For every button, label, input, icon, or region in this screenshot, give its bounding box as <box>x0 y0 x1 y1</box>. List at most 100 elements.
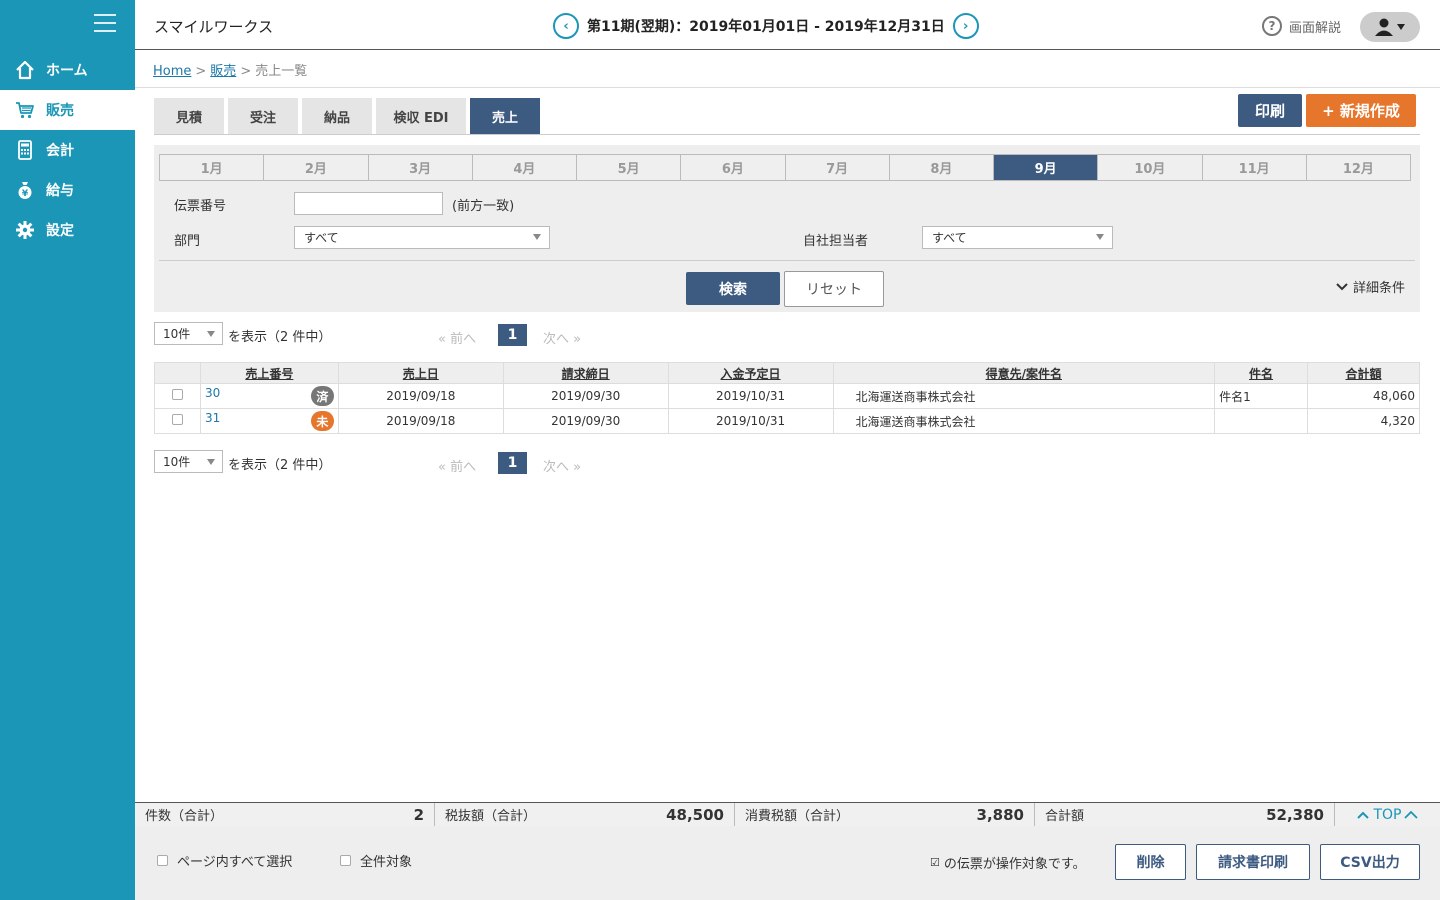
month-tab-3[interactable]: 3月 <box>368 155 473 180</box>
divider <box>159 260 1415 261</box>
sales-table: 売上番号 売上日 請求締日 入金予定日 得意先/案件名 件名 合計額 30 済 2… <box>154 362 1420 434</box>
month-tab-9[interactable]: 9月 <box>994 155 1099 180</box>
staff-select-value: すべて <box>932 231 967 245</box>
breadcrumb-home-link[interactable]: Home <box>153 64 191 79</box>
sidebar-item-accounting[interactable]: 会計 <box>0 130 135 170</box>
totals-bar: 件数（合計） 2 税抜額（合計） 48,500 消費税額（合計） 3,880 合計額 5… <box>135 802 1440 826</box>
totals-net-value: 48,500 <box>666 805 724 824</box>
select-page-label: ページ内すべて選択 <box>177 855 293 870</box>
per-page-select[interactable]: 10件 <box>154 322 223 345</box>
sidebar-item-home[interactable]: ホーム <box>0 50 135 90</box>
sales-date-cell: 2019/09/18 <box>337 408 504 434</box>
client-cell: 北海運送商事株式会社 <box>832 383 1216 409</box>
row-checkbox[interactable] <box>171 414 183 425</box>
checkbox-checked-icon: ☑ <box>930 856 940 869</box>
staff-label: 自社担当者 <box>803 234 869 249</box>
app-title: スマイルワークス <box>154 18 274 36</box>
month-tab-6[interactable]: 6月 <box>681 155 786 180</box>
month-tab-4[interactable]: 4月 <box>472 155 577 180</box>
hamburger-menu-icon[interactable] <box>94 14 116 34</box>
status-badge: 未 <box>310 411 334 431</box>
sidebar-item-label: 給与 <box>46 183 74 199</box>
month-tab-1[interactable]: 1月 <box>160 155 265 180</box>
column-header-payment-due[interactable]: 入金予定日 <box>667 362 834 384</box>
column-header-sales-number[interactable]: 売上番号 <box>199 362 339 384</box>
period-text: 第11期(翌期)：2019年01月01日 - 2019年12月31日 <box>587 19 945 35</box>
select-page-option[interactable]: ページ内すべて選択 <box>157 851 292 870</box>
reset-button[interactable]: リセット <box>784 271 884 307</box>
next-period-button[interactable]: › <box>952 13 979 39</box>
staff-select[interactable]: すべて <box>922 226 1113 249</box>
tab-estimate[interactable]: 見積 <box>154 98 224 134</box>
sidebar-item-label: 会計 <box>46 143 74 159</box>
print-button[interactable]: 印刷 <box>1238 94 1302 127</box>
sidebar-item-payroll[interactable]: ¥ 給与 <box>0 170 135 210</box>
tab-inspection-edi[interactable]: 検収 EDI <box>376 98 466 134</box>
tab-order[interactable]: 受注 <box>228 98 298 134</box>
create-new-button[interactable]: + 新規作成 <box>1306 94 1416 127</box>
payment-due-cell: 2019/10/31 <box>667 383 834 409</box>
sales-number-link[interactable]: 31 <box>205 411 220 425</box>
month-selector: 1月 2月 3月 4月 5月 6月 7月 8月 9月 10月 11月 12月 <box>159 154 1411 181</box>
page-number-button[interactable]: 1 <box>498 452 527 474</box>
back-to-top-link[interactable]: TOP <box>1335 803 1440 826</box>
totals-tax-value: 3,880 <box>976 805 1024 824</box>
invoice-print-button[interactable]: 請求書印刷 <box>1196 844 1310 880</box>
column-header-sales-date[interactable]: 売上日 <box>337 362 504 384</box>
column-header-subject[interactable]: 件名 <box>1214 362 1309 384</box>
tab-delivery[interactable]: 納品 <box>302 98 372 134</box>
per-page-value: 10件 <box>163 327 191 341</box>
month-tab-12[interactable]: 12月 <box>1306 155 1410 180</box>
sales-date-cell: 2019/09/18 <box>337 383 504 409</box>
select-page-checkbox[interactable] <box>157 855 168 866</box>
search-button[interactable]: 検索 <box>686 272 780 305</box>
column-header-client[interactable]: 得意先/案件名 <box>832 362 1216 384</box>
sales-number-link[interactable]: 30 <box>205 386 220 400</box>
month-tab-2[interactable]: 2月 <box>264 155 369 180</box>
back-to-top-label: TOP <box>1373 806 1402 823</box>
breadcrumb-sales-link[interactable]: 販売 <box>210 64 236 79</box>
month-tab-11[interactable]: 11月 <box>1202 155 1307 180</box>
help-link[interactable]: ? 画面解説 <box>1262 16 1341 36</box>
column-header-billing-close[interactable]: 請求締日 <box>502 362 669 384</box>
select-all-checkbox[interactable] <box>340 855 351 866</box>
month-tab-7[interactable]: 7月 <box>785 155 890 180</box>
sidebar-item-settings[interactable]: 設定 <box>0 210 135 250</box>
totals-count: 件数（合計） 2 <box>135 803 435 826</box>
totals-tax-label: 消費税額（合計） <box>745 809 850 824</box>
month-tab-8[interactable]: 8月 <box>889 155 994 180</box>
page-number-button[interactable]: 1 <box>498 324 527 346</box>
billing-close-cell: 2019/09/30 <box>502 383 669 409</box>
help-label: 画面解説 <box>1289 20 1342 36</box>
month-tab-10[interactable]: 10月 <box>1098 155 1203 180</box>
column-header-total[interactable]: 合計額 <box>1307 362 1420 384</box>
tab-sales[interactable]: 売上 <box>470 98 540 134</box>
department-select[interactable]: すべて <box>294 226 550 249</box>
csv-export-button[interactable]: CSV出力 <box>1320 844 1420 880</box>
chevron-down-icon <box>1336 282 1348 290</box>
month-tab-5[interactable]: 5月 <box>577 155 682 180</box>
prev-page-link[interactable]: « 前へ <box>438 456 476 475</box>
next-page-link[interactable]: 次へ » <box>543 328 581 347</box>
prev-period-button[interactable]: ‹ <box>553 13 579 39</box>
user-menu-button[interactable] <box>1360 12 1420 42</box>
next-page-link[interactable]: 次へ » <box>543 456 581 475</box>
home-icon <box>14 59 36 81</box>
subject-cell: 件名1 <box>1214 383 1309 409</box>
operation-note: ☑ の伝票が操作対象です。 <box>930 853 1086 872</box>
row-checkbox[interactable] <box>171 389 183 400</box>
prev-page-link[interactable]: « 前へ <box>438 328 476 347</box>
footer-bar: ページ内すべて選択 全件対象 ☑ の伝票が操作対象です。 削除 請求書印刷 CS… <box>135 826 1440 900</box>
select-all-option[interactable]: 全件対象 <box>340 851 412 870</box>
detail-conditions-label: 詳細条件 <box>1353 281 1406 296</box>
sidebar: ホーム 販売 会計 ¥ 給与 設定 <box>0 0 135 900</box>
per-page-value: 10件 <box>163 455 191 469</box>
per-page-select-bottom[interactable]: 10件 <box>154 450 223 473</box>
billing-close-cell: 2019/09/30 <box>502 408 669 434</box>
detail-conditions-toggle[interactable]: 詳細条件 <box>1336 277 1405 296</box>
sidebar-item-sales[interactable]: 販売 <box>0 90 135 130</box>
slip-number-input[interactable] <box>294 192 443 215</box>
sidebar-item-label: 設定 <box>46 223 74 239</box>
delete-button[interactable]: 削除 <box>1115 844 1186 880</box>
period-selector: ‹ 第11期(翌期)：2019年01月01日 - 2019年12月31日 › <box>553 13 979 39</box>
